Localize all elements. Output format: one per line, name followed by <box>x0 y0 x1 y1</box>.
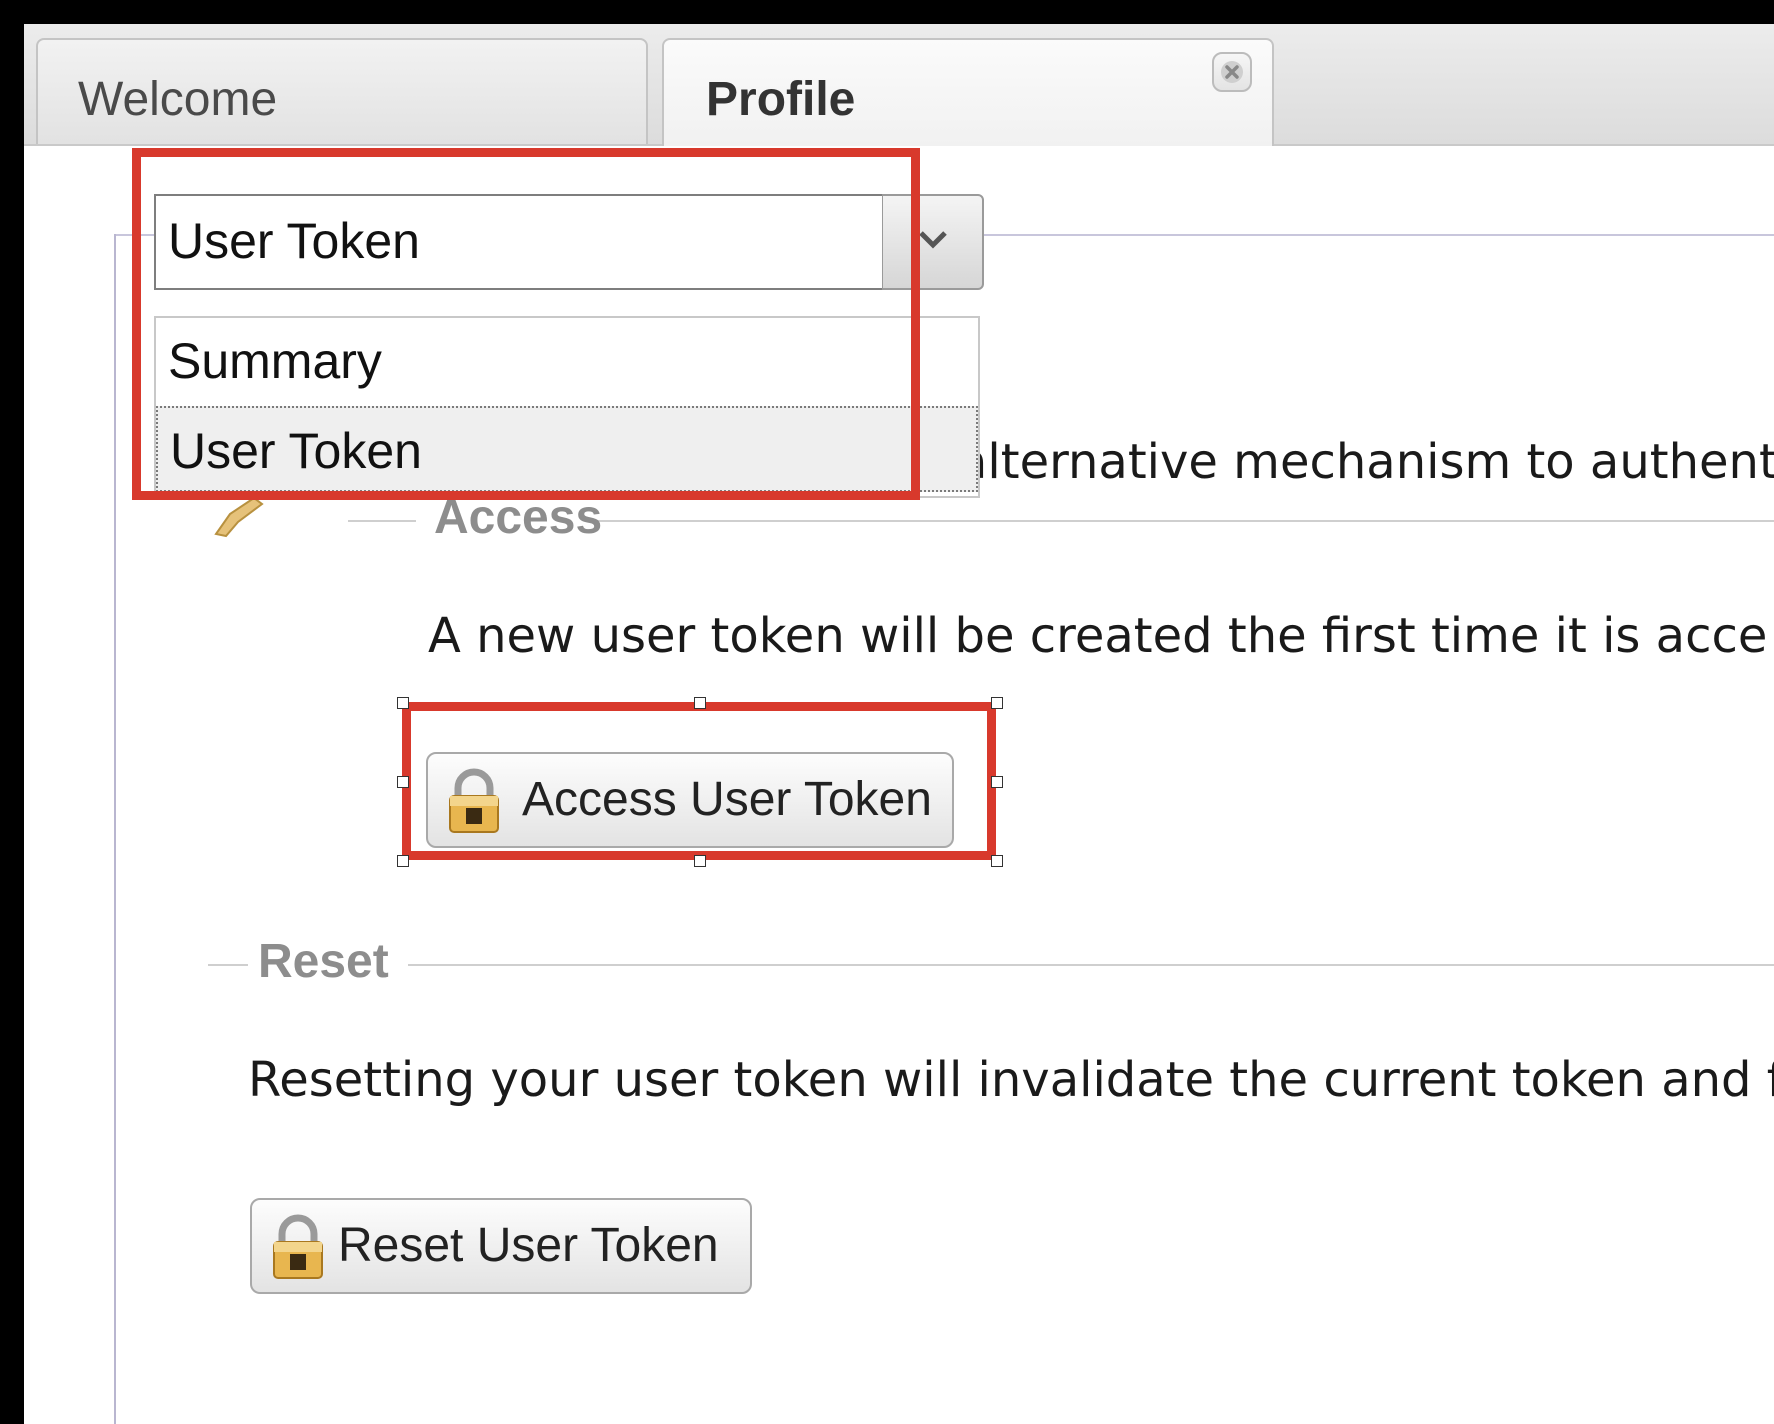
highlight-box <box>132 148 920 500</box>
key-icon <box>214 496 264 538</box>
reset-section-line <box>408 964 1774 966</box>
close-icon <box>1221 61 1243 83</box>
lock-icon <box>273 1214 323 1279</box>
reset-button-label: Reset User Token <box>338 1219 719 1272</box>
resize-handle <box>991 776 1003 788</box>
chevron-down-icon <box>919 231 947 249</box>
reset-user-token-button[interactable]: Reset User Token <box>250 1198 752 1294</box>
resize-handle <box>991 697 1003 709</box>
panel-border <box>114 234 116 1424</box>
tab-close-button[interactable] <box>1212 52 1252 92</box>
highlight-box <box>402 702 996 860</box>
resize-handle <box>397 697 409 709</box>
access-section-line <box>594 520 1774 522</box>
tab-profile[interactable]: Profile <box>662 38 1274 146</box>
resize-handle <box>694 855 706 867</box>
reset-section-text: Resetting your user token will invalidat… <box>248 1052 1774 1108</box>
reset-section-line <box>208 964 248 966</box>
tab-profile-label: Profile <box>706 73 856 126</box>
resize-handle <box>397 776 409 788</box>
window-frame: Welcome Profile alternative mechanism to… <box>24 24 1774 1424</box>
resize-handle <box>991 855 1003 867</box>
description-text: alternative mechanism to authenti <box>958 434 1774 490</box>
access-section-text: A new user token will be created the fir… <box>428 608 1768 664</box>
access-section-line <box>348 520 416 522</box>
tab-welcome-label: Welcome <box>78 73 278 126</box>
reset-section-title: Reset <box>258 935 389 988</box>
resize-handle <box>397 855 409 867</box>
resize-handle <box>694 697 706 709</box>
tab-welcome[interactable]: Welcome <box>36 38 648 144</box>
tab-strip: Welcome Profile <box>24 24 1774 146</box>
